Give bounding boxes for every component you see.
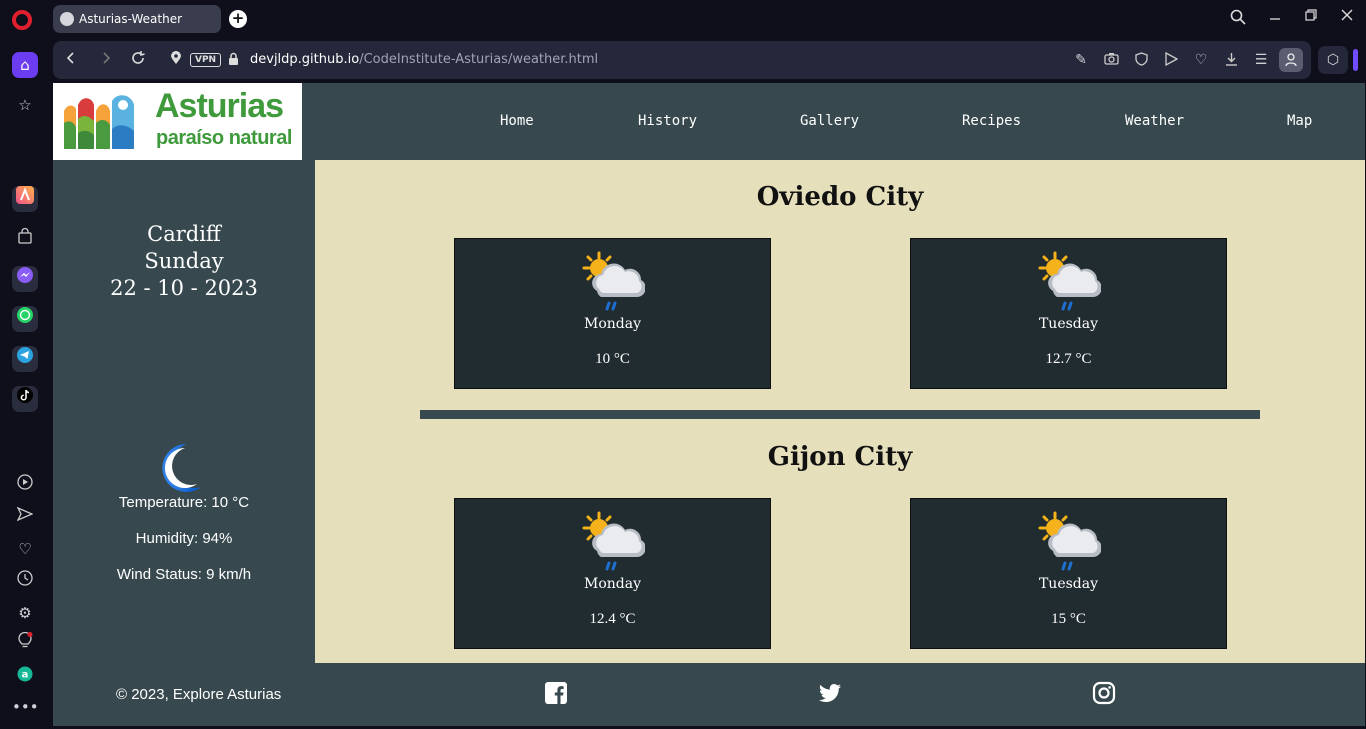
browser-sidebar: ⌂ ☆ ♡ ⚙ a •••	[0, 38, 50, 729]
sidebar-accent	[1353, 49, 1358, 71]
forecast-day: Tuesday	[1038, 576, 1099, 592]
extensions-cube-icon[interactable]: ⬡	[1318, 46, 1348, 74]
sun-cloud-rain-icon	[1038, 251, 1101, 311]
profile-button[interactable]	[1279, 48, 1303, 72]
logo-title: Asturias	[155, 87, 284, 125]
new-tab-button[interactable]: +	[229, 10, 247, 28]
location-pin-icon[interactable]	[166, 50, 186, 69]
twitter-icon[interactable]	[818, 681, 842, 705]
lightbulb-icon[interactable]	[12, 631, 38, 658]
forecast-area: Oviedo City Monday 10 °C Tuesday 12.7 °C…	[315, 160, 1365, 663]
forecast-temp: 10 °C	[595, 351, 630, 367]
svg-text:a: a	[22, 670, 29, 681]
tab-title: Asturias-Weather	[79, 12, 183, 26]
website-viewport: Asturias paraíso natural Home History Ga…	[53, 83, 1365, 726]
star-icon[interactable]: ☆	[12, 92, 38, 118]
sun-cloud-rain-icon	[582, 511, 645, 571]
browser-tab[interactable]: Asturias-Weather	[53, 5, 221, 33]
history-clock-icon[interactable]	[12, 568, 38, 594]
back-button[interactable]	[61, 50, 81, 69]
minimize-button[interactable]	[1265, 9, 1285, 25]
forecast-temp: 12.7 °C	[1045, 351, 1092, 367]
forecast-day: Monday	[584, 576, 641, 592]
url-text[interactable]: devjldp.github.io/CodeInstitute-Asturias…	[250, 52, 598, 67]
nav-recipes[interactable]: Recipes	[962, 113, 1021, 129]
opera-logo-icon[interactable]	[12, 10, 32, 30]
current-city: Cardiff	[147, 222, 221, 246]
send-flow-icon[interactable]	[12, 504, 38, 530]
forecast-card: Tuesday 12.7 °C	[910, 238, 1227, 389]
tiktok-icon[interactable]	[12, 386, 38, 412]
site-footer: © 2023, Explore Asturias	[53, 663, 1365, 726]
nav-map[interactable]: Map	[1287, 113, 1312, 129]
city-heading-oviedo: Oviedo City	[756, 182, 924, 212]
forward-button[interactable]	[96, 50, 116, 69]
telegram-icon[interactable]	[12, 346, 38, 372]
easy-setup-icon[interactable]: ☰	[1252, 52, 1270, 68]
home-icon[interactable]: ⌂	[12, 52, 38, 78]
nav-home[interactable]: Home	[500, 113, 534, 129]
search-tabs-icon[interactable]	[1228, 9, 1248, 29]
nav-gallery[interactable]: Gallery	[800, 113, 859, 129]
camera-icon[interactable]	[1102, 52, 1120, 69]
instagram-icon[interactable]	[1092, 681, 1116, 705]
send-icon[interactable]	[1162, 51, 1180, 70]
restore-button[interactable]	[1301, 9, 1321, 25]
facebook-icon[interactable]	[544, 681, 568, 705]
nav-weather[interactable]: Weather	[1125, 113, 1184, 129]
more-options-icon[interactable]: •••	[12, 694, 39, 720]
copyright-text: © 2023, Explore Asturias	[116, 686, 282, 703]
forecast-card: Monday 10 °C	[454, 238, 771, 389]
site-logo[interactable]: Asturias paraíso natural	[53, 83, 302, 160]
current-humidity: Humidity: 94%	[135, 530, 233, 547]
messenger-icon[interactable]	[12, 266, 38, 292]
heart-icon[interactable]: ♡	[1192, 52, 1210, 68]
asturias-logo-icon	[64, 95, 134, 149]
shield-icon[interactable]	[1132, 52, 1150, 70]
address-bar: VPN devjldp.github.io/CodeInstitute-Astu…	[53, 41, 1311, 79]
close-window-button[interactable]	[1337, 9, 1357, 25]
forecast-day: Tuesday	[1038, 316, 1099, 332]
player-icon[interactable]	[12, 472, 38, 498]
vpn-badge[interactable]: VPN	[190, 53, 222, 67]
nav-history[interactable]: History	[638, 113, 697, 129]
settings-gear-icon[interactable]: ⚙	[12, 600, 38, 626]
current-date: 22 - 10 - 2023	[110, 276, 258, 300]
section-divider	[420, 410, 1260, 419]
globe-icon	[60, 12, 74, 26]
logo-subtitle: paraíso natural	[156, 127, 292, 149]
aria-app-icon[interactable]	[12, 186, 38, 212]
whatsapp-icon[interactable]	[12, 306, 38, 332]
forecast-day: Monday	[584, 316, 641, 332]
current-day: Sunday	[144, 249, 224, 273]
forecast-temp: 15 °C	[1051, 611, 1086, 627]
account-a-icon[interactable]: a	[12, 664, 38, 690]
reload-button[interactable]	[128, 50, 148, 69]
lock-icon[interactable]	[223, 50, 243, 69]
snapshot-edit-icon[interactable]: ✎	[1072, 52, 1090, 68]
city-heading-gijon: Gijon City	[767, 442, 913, 472]
sun-cloud-rain-icon	[582, 251, 645, 311]
browser-titlebar: Asturias-Weather +	[0, 0, 1366, 38]
current-wind: Wind Status: 9 km/h	[116, 566, 252, 583]
sun-cloud-rain-icon	[1038, 511, 1101, 571]
download-icon[interactable]	[1222, 52, 1240, 70]
forecast-card: Monday 12.4 °C	[454, 498, 771, 649]
current-weather-panel: Cardiff Sunday 22 - 10 - 2023 Temperatur…	[53, 160, 315, 663]
moon-icon	[162, 443, 201, 492]
forecast-temp: 12.4 °C	[589, 611, 636, 627]
favorites-heart-icon[interactable]: ♡	[12, 536, 38, 562]
forecast-card: Tuesday 15 °C	[910, 498, 1227, 649]
shopping-bag-icon[interactable]	[12, 226, 38, 252]
current-temperature: Temperature: 10 °C	[118, 494, 250, 511]
